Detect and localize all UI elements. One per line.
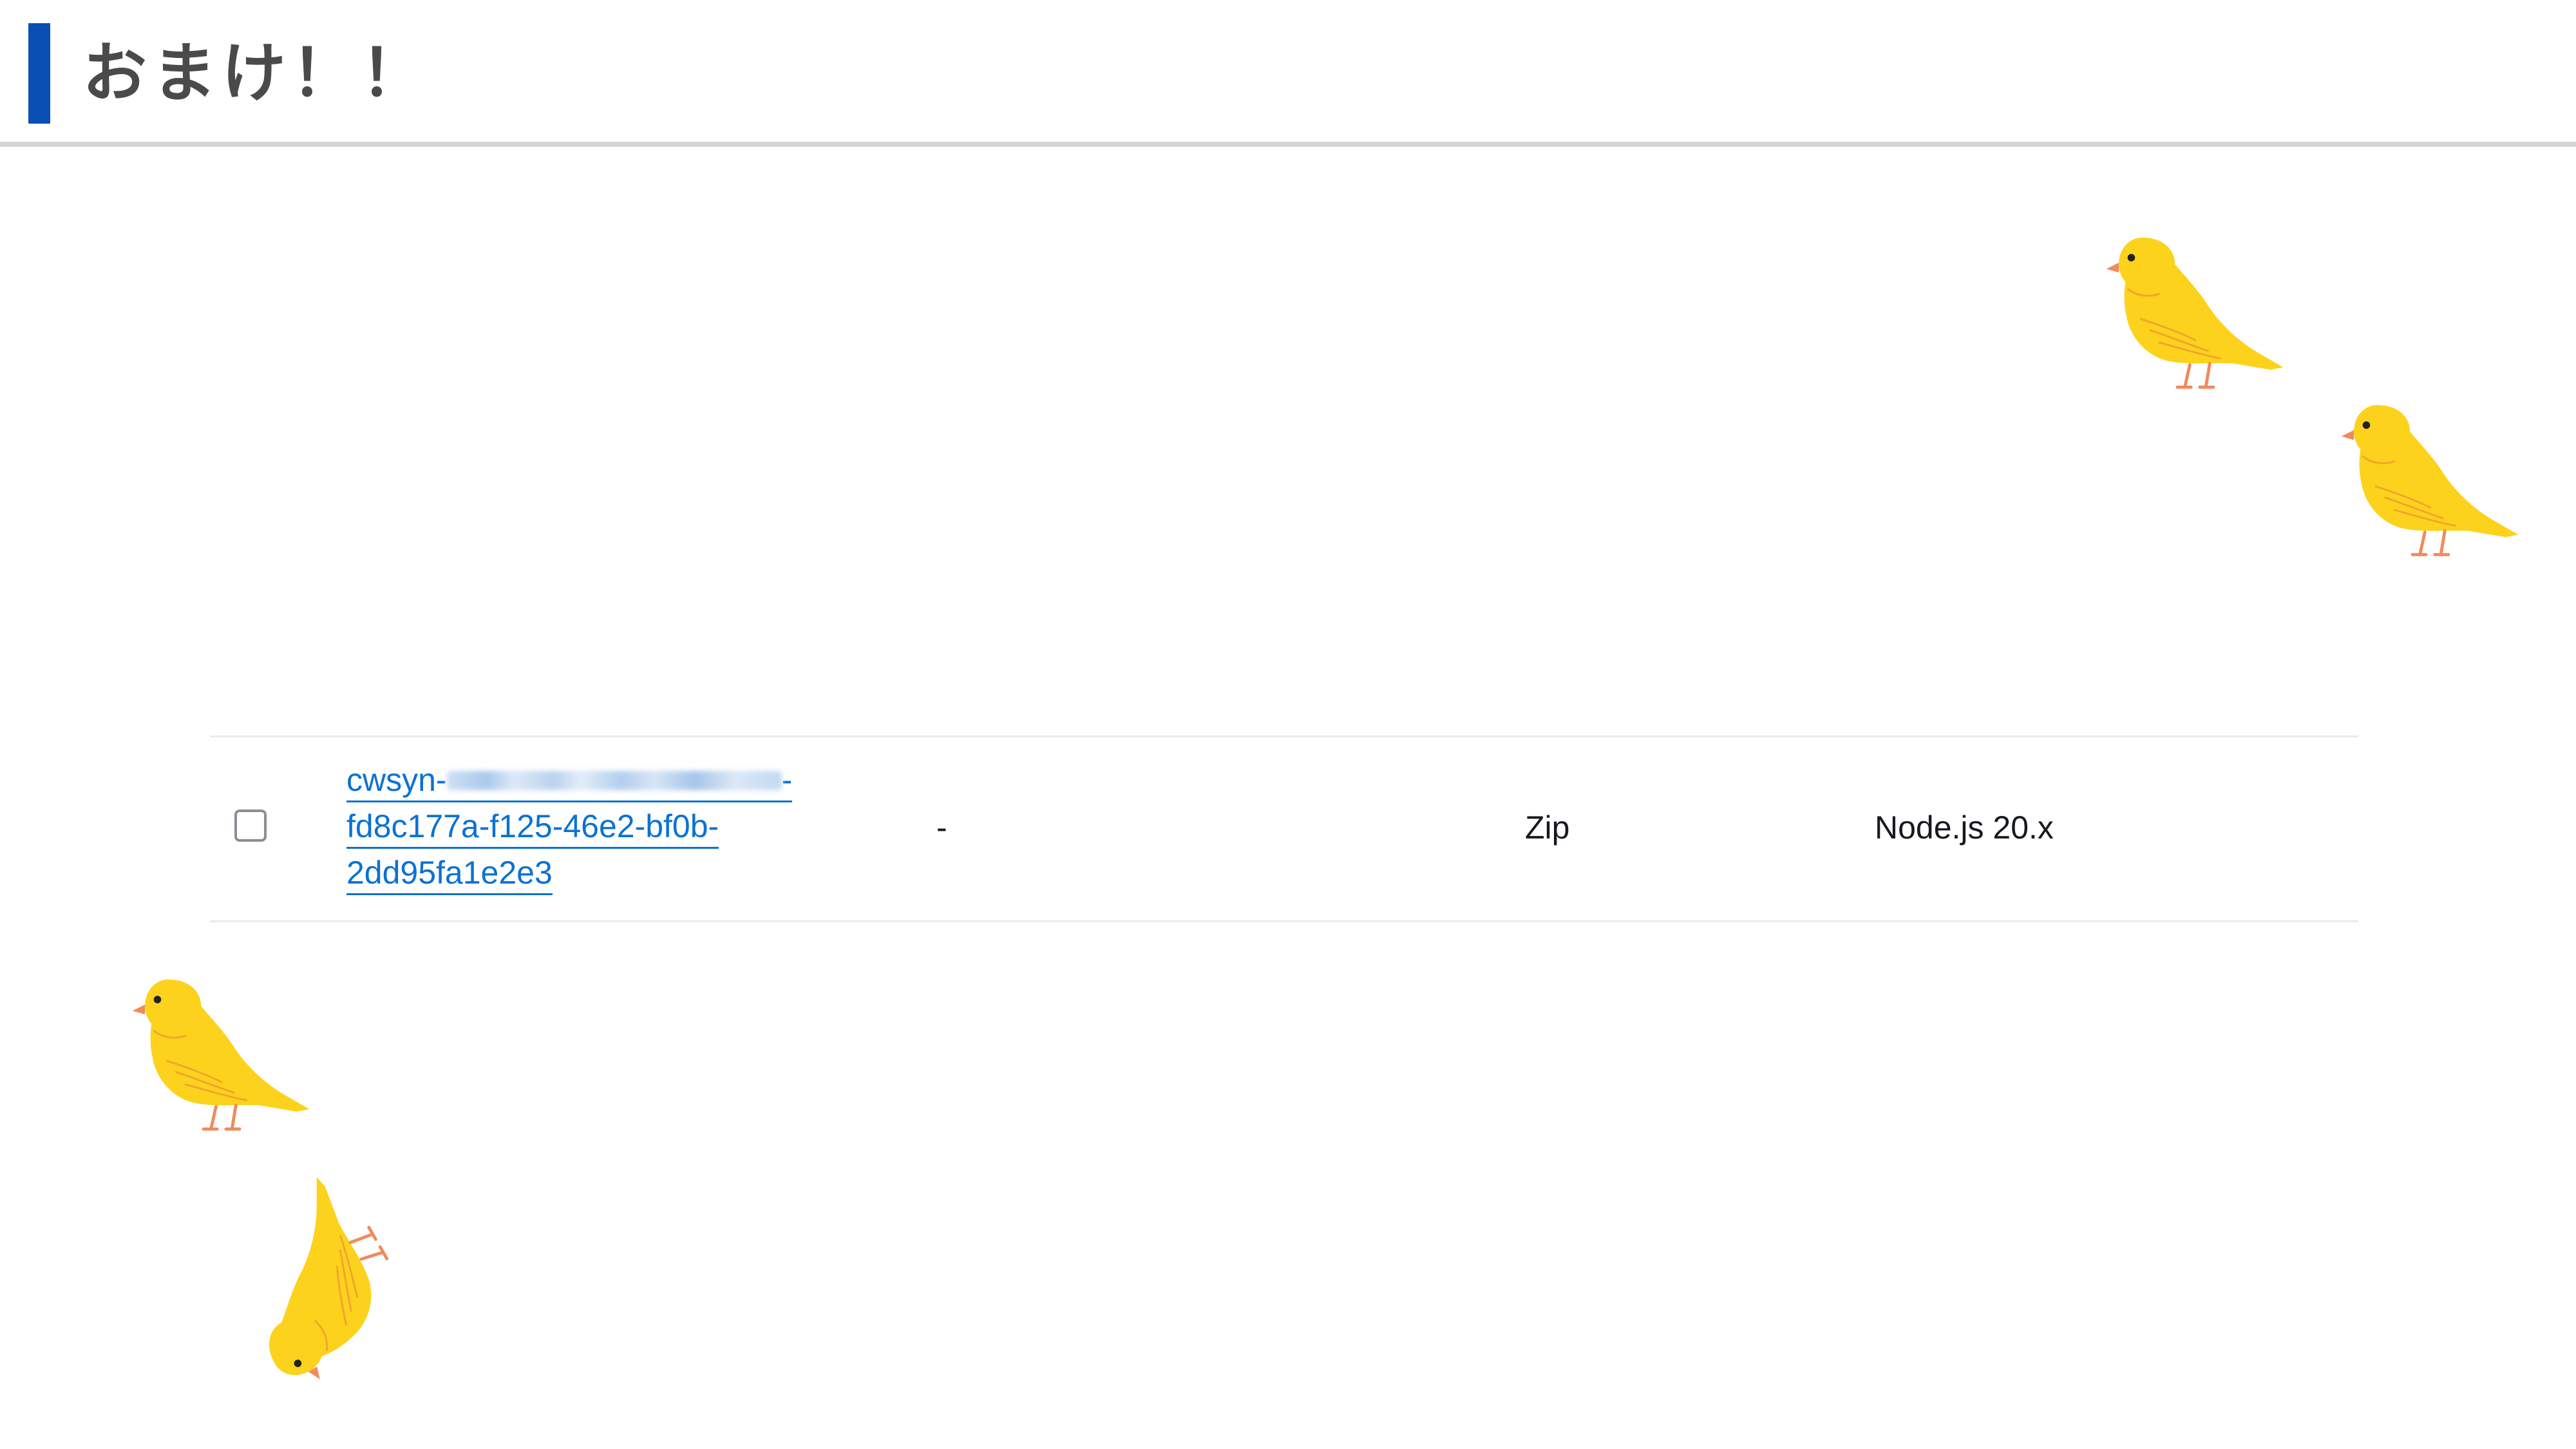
slide-header: おまけ！！ bbox=[0, 0, 2576, 147]
canary-bird-icon bbox=[188, 1151, 443, 1406]
redacted-text bbox=[446, 770, 782, 790]
row-select-checkbox[interactable] bbox=[234, 810, 267, 842]
runtime-cell: Node.js 20.x bbox=[1875, 810, 2054, 846]
function-name-line-3[interactable]: 2dd95fa1e2e3 bbox=[346, 852, 553, 895]
function-name-line-2[interactable]: fd8c177a-f125-46e2-bf0b- bbox=[346, 806, 719, 849]
canary-bird-icon bbox=[129, 964, 316, 1151]
page-title: おまけ！！ bbox=[82, 35, 430, 111]
title-accent-bar bbox=[28, 23, 50, 124]
description-cell: - bbox=[936, 810, 947, 846]
table-row: cwsyn- - fd8c177a-f125-46e2-bf0b- 2dd95fa… bbox=[210, 735, 2358, 922]
function-name-line-1[interactable]: cwsyn- - bbox=[346, 759, 793, 802]
canary-bird-icon bbox=[2103, 222, 2289, 409]
package-type-cell: Zip bbox=[1525, 810, 1570, 846]
function-name-link[interactable]: cwsyn- - fd8c177a-f125-46e2-bf0b- 2dd95fa… bbox=[346, 757, 823, 896]
canary-bird-icon bbox=[2338, 390, 2524, 576]
